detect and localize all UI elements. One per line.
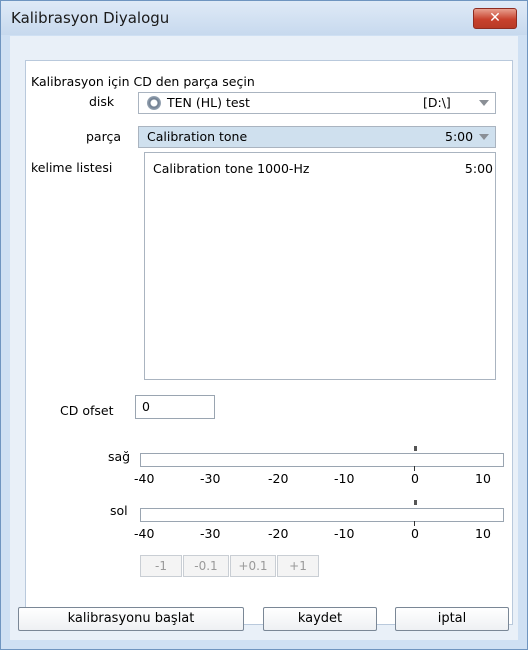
cd-offset-input[interactable]: 0 xyxy=(135,395,215,419)
disk-select[interactable]: TEN (HL) test [D:\] xyxy=(138,92,496,114)
right-channel-meter xyxy=(140,453,504,467)
title-bar: Kalibrasyon Diyalogu ✕ xyxy=(1,1,527,35)
close-icon: ✕ xyxy=(489,10,501,26)
cancel-button[interactable]: iptal xyxy=(395,607,509,631)
left-channel-label: sol xyxy=(110,503,128,518)
tick-label: -10 xyxy=(334,471,355,486)
close-button[interactable]: ✕ xyxy=(473,8,517,29)
tick-label: 10 xyxy=(475,471,491,486)
list-item-name: Calibration tone 1000-Hz xyxy=(153,161,310,176)
word-list-label: kelime listesi xyxy=(31,160,113,175)
tick-label: -20 xyxy=(268,471,289,486)
parca-label: parça xyxy=(86,129,121,144)
tick-label: 0 xyxy=(411,526,419,541)
track-select[interactable]: Calibration tone 5:00 xyxy=(138,126,496,148)
cd-offset-label: CD ofset xyxy=(60,403,114,418)
tick-label: -30 xyxy=(200,526,221,541)
adjust-minus-1-button[interactable]: -1 xyxy=(140,555,182,577)
tick-label: -20 xyxy=(268,526,289,541)
track-value: Calibration tone xyxy=(147,129,248,144)
tick-label: -40 xyxy=(134,526,155,541)
disk-drive: [D:\] xyxy=(423,95,451,110)
track-time: 5:00 xyxy=(445,129,474,144)
save-button[interactable]: kaydet xyxy=(263,607,377,631)
dialog-body: Kalibrasyon için CD den parça seçin disk… xyxy=(10,36,518,640)
left-channel-meter xyxy=(140,508,504,522)
list-item-time: 5:00 xyxy=(464,161,493,176)
instruction-text: Kalibrasyon için CD den parça seçin xyxy=(31,74,255,89)
chevron-down-icon xyxy=(479,134,489,140)
disk-label: disk xyxy=(89,94,115,109)
calibration-dialog: Kalibrasyon Diyalogu ✕ Kalibrasyon için … xyxy=(0,0,528,650)
word-list[interactable]: Calibration tone 1000-Hz 5:00 xyxy=(144,152,496,380)
cd-icon xyxy=(147,96,161,110)
cd-offset-value: 0 xyxy=(142,399,150,414)
chevron-down-icon xyxy=(479,100,489,106)
adjust-minus-0.1-button[interactable]: -0.1 xyxy=(183,555,229,577)
tick-label: -30 xyxy=(200,471,221,486)
tick-label: 0 xyxy=(411,471,419,486)
disk-value: TEN (HL) test xyxy=(167,95,250,110)
adjust-plus-1-button[interactable]: +1 xyxy=(277,555,319,577)
zero-marker xyxy=(414,500,417,505)
start-calibration-button[interactable]: kalibrasyonu başlat xyxy=(18,607,244,631)
adjust-plus-0.1-button[interactable]: +0.1 xyxy=(230,555,276,577)
tick-label: -40 xyxy=(134,471,155,486)
right-channel-label: sağ xyxy=(108,449,131,464)
list-item[interactable]: Calibration tone 1000-Hz 5:00 xyxy=(145,153,495,176)
zero-marker xyxy=(414,446,417,451)
window-title: Kalibrasyon Diyalogu xyxy=(11,9,170,27)
tick-label: -10 xyxy=(334,526,355,541)
tick-label: 10 xyxy=(475,526,491,541)
